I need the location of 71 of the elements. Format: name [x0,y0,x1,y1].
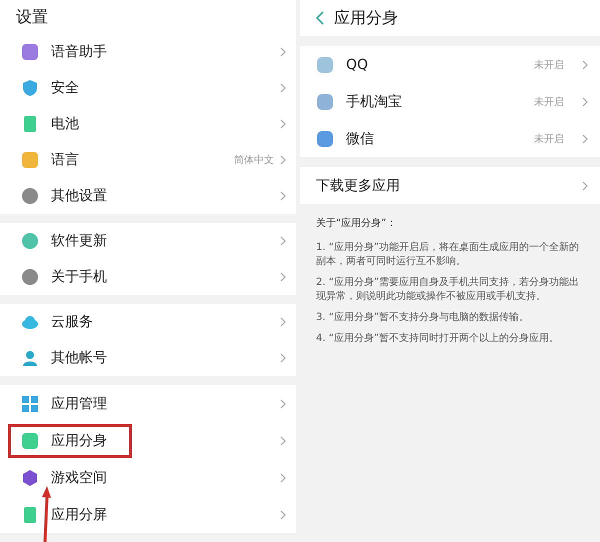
grid-icon [21,394,39,412]
app-name: QQ [346,56,368,72]
settings-item[interactable]: 安全 [0,70,296,106]
note-text: 4. “应用分身”暂不支持同时打开两个以上的分身应用。 [316,332,560,346]
settings-item[interactable]: 关于手机 [0,259,296,295]
settings-item[interactable]: 应用分身 [0,422,296,459]
chevron-icon [280,398,286,408]
note-text: 1. “应用分身”功能开启后，将在桌面生成应用的一个全新的副本，两者可同时运行互不影响。 [316,241,580,269]
item-label: 应用分屏 [51,506,107,524]
page-title: 设置 [16,6,48,28]
settings-item[interactable]: 云服务 [0,304,296,340]
chevron-icon [582,180,588,190]
battery-icon [21,115,39,133]
chevron-icon [280,472,286,482]
chevron-icon [280,119,286,129]
item-label: 软件更新 [51,232,107,250]
settings-item[interactable]: 语音助手 [0,34,296,70]
chevron-icon [280,436,286,446]
back-icon[interactable] [316,11,324,25]
cloud-icon [21,313,39,331]
item-label: 关于手机 [51,268,107,286]
item-label: 语音助手 [51,43,107,61]
notes-heading: 关于“应用分身”： [316,216,398,230]
chevron-icon [280,83,286,93]
hexagon-icon [21,468,39,486]
item-label: 云服务 [51,313,93,331]
item-label: 应用管理 [51,394,107,412]
download-item[interactable]: 下载更多应用 [300,167,600,204]
shield-icon [21,79,39,97]
item-label: 游戏空间 [51,468,107,486]
chevron-icon [280,155,286,165]
app-name: 微信 [346,130,374,148]
item-label: 应用分身 [51,432,107,450]
app-status: 未开启 [534,58,564,72]
item-label: 语言 [51,151,79,169]
app-item[interactable]: 手机淘宝 未开启 [300,83,600,120]
person-icon [21,349,39,367]
chevron-icon [280,272,286,282]
chevron-icon [280,353,286,363]
app-name: 手机淘宝 [346,92,402,110]
settings-item[interactable]: 其他设置 [0,178,296,214]
app-item[interactable]: QQ 未开启 [300,46,600,83]
app-status: 未开启 [534,96,564,108]
settings-item[interactable]: 应用管理 [0,385,296,422]
settings-item[interactable]: 语言 简体中文 [0,142,296,178]
download-label: 下载更多应用 [316,176,400,194]
item-label: 安全 [51,79,79,97]
chevron-icon [280,510,286,520]
item-label: 其他设置 [51,187,107,205]
app-item[interactable]: 微信 未开启 [300,120,600,157]
phone-icon [21,506,39,524]
note-text: 2. “应用分身”需要应用自身及手机共同支持，若分身功能出现异常，则说明此功能或操作不被应用或手机支持。 [316,276,580,304]
item-value: 简体中文 [234,154,274,167]
note-text: 3. “应用分身”暂不支持分身与电脑的数据传输。 [316,311,530,325]
settings-item[interactable]: 其他帐号 [0,340,296,376]
app-status: 未开启 [534,132,564,146]
chevron-icon [280,317,286,327]
chevron-icon [582,134,588,144]
settings-item[interactable]: 应用分屏 [0,496,296,533]
item-label: 其他帐号 [51,349,107,367]
settings-item[interactable]: 游戏空间 [0,459,296,496]
settings-item[interactable]: 软件更新 [0,223,296,259]
chevron-icon [280,191,286,201]
chevron-icon [582,60,588,70]
chevron-icon [582,96,588,106]
chevron-icon [280,236,286,246]
page-title: 应用分身 [334,8,398,28]
settings-item[interactable]: 电池 [0,106,296,142]
chevron-icon [280,47,286,57]
annotation-arrow [41,486,51,542]
item-label: 电池 [51,115,79,133]
